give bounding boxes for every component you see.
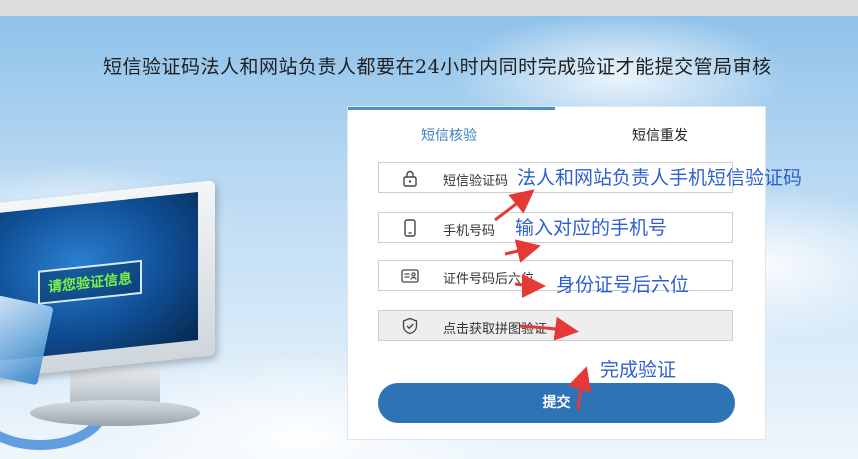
- page-headline: 短信验证码法人和网站负责人都要在24小时内同时完成验证才能提交管局审核: [103, 56, 772, 78]
- annotation-complete: 完成验证: [600, 359, 677, 381]
- tab-sms-verify[interactable]: 短信核验: [421, 125, 477, 145]
- lock-icon: [403, 170, 417, 187]
- screen-text: 请您验证信息: [38, 259, 142, 305]
- captcha-label: 点击获取拼图验证: [443, 322, 548, 337]
- phone-label: 手机号码: [443, 224, 496, 239]
- id-card-icon: [401, 269, 419, 283]
- captcha-button[interactable]: 点击获取拼图验证: [378, 310, 733, 341]
- sms-code-label: 短信验证码: [443, 174, 509, 189]
- top-bar: [0, 0, 858, 16]
- monitor-base: [30, 400, 200, 426]
- active-tab-indicator: [348, 107, 555, 110]
- annotation-id-number: 身份证号后六位: [556, 274, 690, 296]
- tab-sms-resend[interactable]: 短信重发: [632, 125, 688, 145]
- id-number-label: 证件号码后六位: [443, 272, 535, 287]
- shield-icon: [402, 317, 418, 335]
- annotation-phone: 输入对应的手机号: [515, 217, 668, 239]
- submit-button[interactable]: 提交: [378, 383, 735, 423]
- phone-icon: [404, 219, 416, 237]
- annotation-sms-code: 法人和网站负责人手机短信验证码: [517, 167, 803, 189]
